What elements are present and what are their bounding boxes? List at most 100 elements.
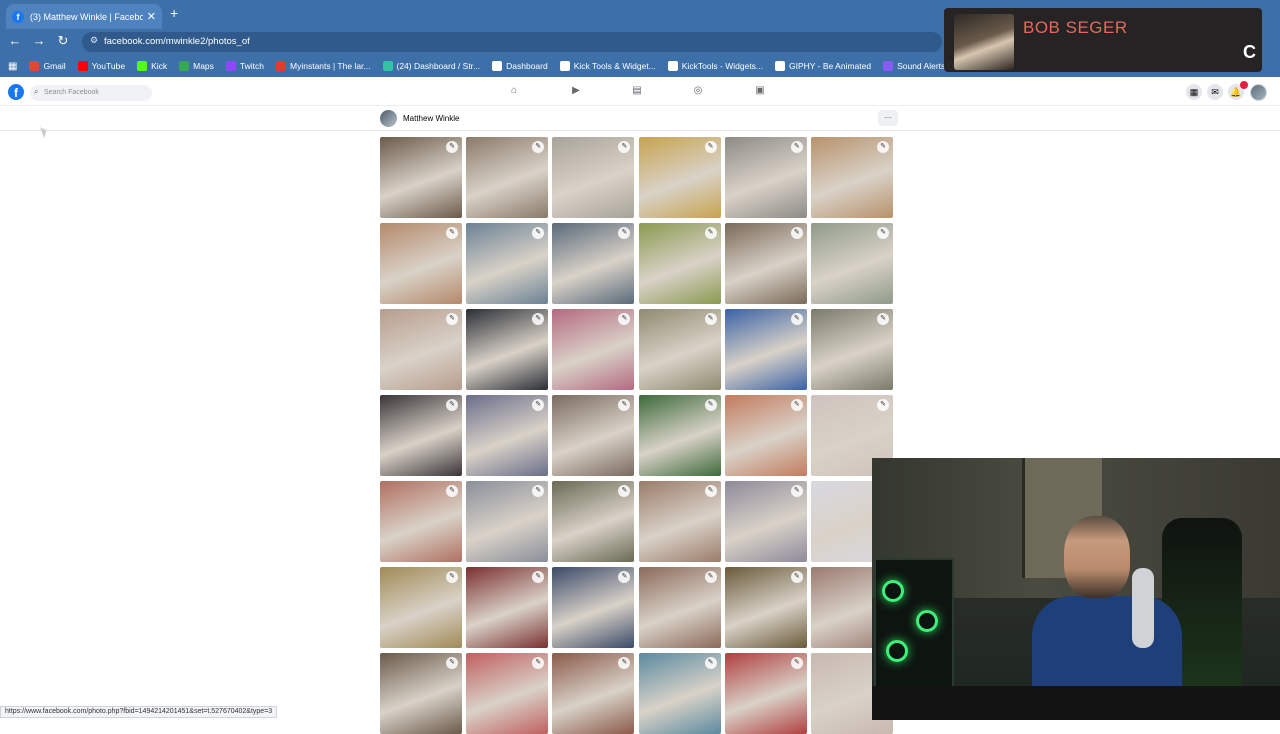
edit-photo-icon[interactable]: ✎ [618, 399, 631, 411]
edit-photo-icon[interactable]: ✎ [790, 571, 803, 583]
photo-thumbnail[interactable]: ✎ [552, 395, 635, 476]
bookmark-item[interactable]: Dashboard [492, 61, 548, 71]
photo-thumbnail[interactable]: ✎ [552, 309, 635, 390]
photo-thumbnail[interactable]: ✎ [638, 653, 721, 734]
gaming-icon[interactable]: ▣ [750, 85, 770, 96]
edit-photo-icon[interactable]: ✎ [704, 657, 717, 669]
reload-icon[interactable]: ↻ [54, 33, 72, 49]
forward-icon[interactable]: → [30, 33, 48, 48]
back-icon[interactable]: ← [6, 33, 24, 48]
address-bar[interactable]: ⚙ facebook.com/mwinkle2/photos_of [82, 32, 942, 52]
photo-thumbnail[interactable]: ✎ [724, 309, 807, 390]
profile-avatar[interactable] [380, 110, 397, 127]
close-tab-icon[interactable]: ✕ [147, 10, 156, 23]
edit-photo-icon[interactable]: ✎ [877, 227, 889, 239]
edit-photo-icon[interactable]: ✎ [704, 313, 717, 325]
photo-thumbnail[interactable]: ✎ [724, 481, 807, 562]
photo-thumbnail[interactable]: ✎ [380, 309, 462, 390]
photo-thumbnail[interactable]: ✎ [466, 481, 549, 562]
edit-photo-icon[interactable]: ✎ [618, 313, 631, 325]
edit-photo-icon[interactable]: ✎ [618, 485, 631, 497]
more-options-button[interactable]: ... [878, 110, 898, 126]
browser-tab[interactable]: f (3) Matthew Winkle | Facebook ✕ [6, 4, 162, 29]
edit-photo-icon[interactable]: ✎ [532, 141, 545, 153]
edit-photo-icon[interactable]: ✎ [704, 227, 717, 239]
photo-thumbnail[interactable]: ✎ [811, 137, 893, 218]
photo-thumbnail[interactable]: ✎ [638, 137, 721, 218]
edit-photo-icon[interactable]: ✎ [446, 571, 458, 583]
photo-thumbnail[interactable]: ✎ [811, 309, 893, 390]
apps-grid-icon[interactable]: ▦ [8, 61, 17, 72]
edit-photo-icon[interactable]: ✎ [618, 657, 631, 669]
edit-photo-icon[interactable]: ✎ [532, 227, 545, 239]
edit-photo-icon[interactable]: ✎ [704, 571, 717, 583]
edit-photo-icon[interactable]: ✎ [790, 399, 803, 411]
edit-photo-icon[interactable]: ✎ [446, 141, 458, 153]
photo-thumbnail[interactable]: ✎ [638, 309, 721, 390]
photo-thumbnail[interactable]: ✎ [552, 223, 635, 304]
edit-photo-icon[interactable]: ✎ [618, 227, 631, 239]
photo-thumbnail[interactable]: ✎ [724, 567, 807, 648]
edit-photo-icon[interactable]: ✎ [704, 141, 717, 153]
menu-grid-icon[interactable]: ▦ [1186, 84, 1202, 100]
edit-photo-icon[interactable]: ✎ [790, 485, 803, 497]
messenger-icon[interactable]: ✉ [1207, 84, 1223, 100]
profile-name[interactable]: Matthew Winkle [403, 114, 459, 123]
edit-photo-icon[interactable]: ✎ [618, 141, 631, 153]
edit-photo-icon[interactable]: ✎ [446, 399, 458, 411]
edit-photo-icon[interactable]: ✎ [532, 313, 545, 325]
bookmark-item[interactable]: Gmail [29, 61, 66, 71]
photo-thumbnail[interactable]: ✎ [466, 653, 549, 734]
bookmark-item[interactable]: Twitch [225, 61, 264, 71]
home-icon[interactable]: ⌂ [504, 85, 524, 96]
photo-thumbnail[interactable]: ✎ [466, 395, 549, 476]
photo-thumbnail[interactable]: ✎ [552, 481, 635, 562]
photo-thumbnail[interactable]: ✎ [724, 395, 807, 476]
new-tab-icon[interactable]: + [170, 5, 178, 21]
bookmark-item[interactable]: Maps [179, 61, 214, 71]
photo-thumbnail[interactable]: ✎ [380, 223, 462, 304]
edit-photo-icon[interactable]: ✎ [446, 227, 458, 239]
photo-thumbnail[interactable]: ✎ [380, 567, 462, 648]
edit-photo-icon[interactable]: ✎ [532, 485, 545, 497]
photo-thumbnail[interactable]: ✎ [466, 567, 549, 648]
edit-photo-icon[interactable]: ✎ [446, 485, 458, 497]
photo-thumbnail[interactable]: ✎ [380, 137, 462, 218]
groups-icon[interactable]: ◎ [688, 85, 708, 96]
photo-thumbnail[interactable]: ✎ [552, 653, 635, 734]
bookmark-item[interactable]: YouTube [77, 61, 125, 71]
bookmark-item[interactable]: Kick Tools & Widget... [559, 61, 656, 71]
bookmark-item[interactable]: Myinstants | The lar... [276, 61, 371, 71]
site-info-icon[interactable]: ⚙ [90, 35, 98, 46]
search-input[interactable]: ⌕ Search Facebook [30, 85, 152, 101]
marketplace-icon[interactable]: ▤ [627, 85, 647, 96]
photo-thumbnail[interactable]: ✎ [638, 395, 721, 476]
edit-photo-icon[interactable]: ✎ [790, 141, 803, 153]
edit-photo-icon[interactable]: ✎ [618, 571, 631, 583]
photo-thumbnail[interactable]: ✎ [724, 653, 807, 734]
edit-photo-icon[interactable]: ✎ [790, 657, 803, 669]
photo-thumbnail[interactable]: ✎ [466, 309, 549, 390]
bookmark-item[interactable]: GIPHY - Be Animated [775, 61, 871, 71]
bookmark-item[interactable]: KickTools - Widgets... [667, 61, 763, 71]
photo-thumbnail[interactable]: ✎ [380, 481, 462, 562]
photo-thumbnail[interactable]: ✎ [466, 137, 549, 218]
photo-thumbnail[interactable]: ✎ [380, 395, 462, 476]
photo-thumbnail[interactable]: ✎ [552, 567, 635, 648]
bookmark-item[interactable]: Kick [137, 61, 167, 71]
edit-photo-icon[interactable]: ✎ [877, 141, 889, 153]
edit-photo-icon[interactable]: ✎ [532, 657, 545, 669]
photo-thumbnail[interactable]: ✎ [466, 223, 549, 304]
bookmark-item[interactable]: (24) Dashboard / Str... [382, 61, 480, 71]
photo-thumbnail[interactable]: ✎ [638, 223, 721, 304]
photo-thumbnail[interactable]: ✎ [380, 653, 462, 734]
edit-photo-icon[interactable]: ✎ [446, 657, 458, 669]
edit-photo-icon[interactable]: ✎ [704, 399, 717, 411]
edit-photo-icon[interactable]: ✎ [877, 313, 889, 325]
edit-photo-icon[interactable]: ✎ [532, 571, 545, 583]
edit-photo-icon[interactable]: ✎ [877, 399, 889, 411]
edit-photo-icon[interactable]: ✎ [704, 485, 717, 497]
photo-thumbnail[interactable]: ✎ [724, 137, 807, 218]
edit-photo-icon[interactable]: ✎ [790, 313, 803, 325]
edit-photo-icon[interactable]: ✎ [446, 313, 458, 325]
